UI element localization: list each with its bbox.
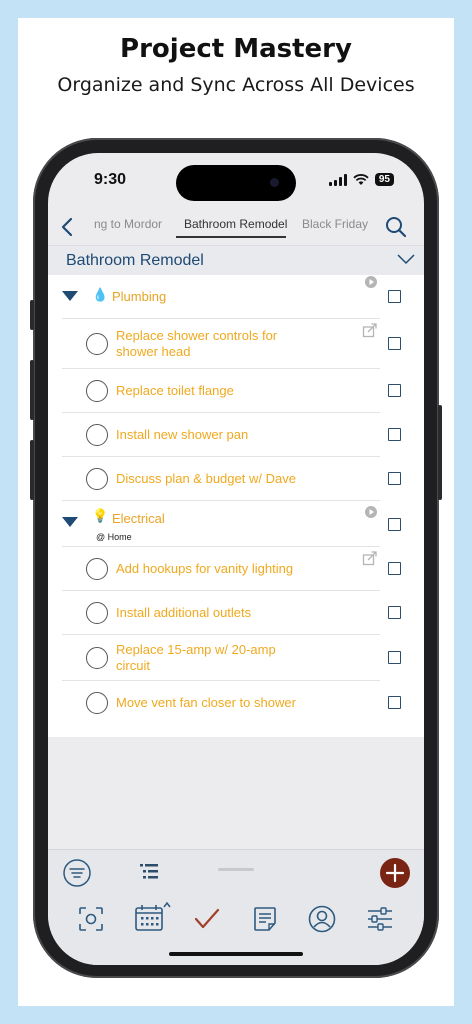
task-status-circle[interactable]: [86, 692, 108, 714]
phone-screen: 9:30 95 ng to Mordor Bathroom Remodel Bl…: [48, 153, 424, 965]
task-row[interactable]: Replace 15-amp w/ 20-amp circuit: [48, 635, 424, 681]
task-checkbox[interactable]: [388, 472, 401, 485]
lightbulb-icon: 💡: [92, 509, 109, 524]
wifi-icon: [353, 173, 369, 185]
task-checkbox[interactable]: [388, 562, 401, 575]
task-row[interactable]: Discuss plan & budget w/ Dave: [48, 457, 424, 501]
task-checkbox[interactable]: [388, 696, 401, 709]
status-icons: 95: [328, 173, 394, 186]
context-tag: @ Home: [96, 532, 132, 542]
task-label: Move vent fan closer to shower: [116, 695, 296, 710]
task-checkbox[interactable]: [388, 651, 401, 664]
tab-black-friday[interactable]: Black Friday: [302, 217, 368, 231]
volume-up-button: [30, 360, 34, 420]
task-checkbox[interactable]: [388, 290, 401, 303]
search-button[interactable]: [382, 213, 410, 241]
play-circle-icon[interactable]: [364, 275, 378, 289]
bottom-toolbar: [48, 849, 424, 965]
task-status-circle[interactable]: [86, 468, 108, 490]
disclosure-triangle-icon[interactable]: [62, 517, 78, 529]
task-label: Replace 15-amp w/ 20-amp circuit: [116, 642, 276, 673]
task-label: Discuss plan & budget w/ Dave: [116, 471, 296, 486]
focus-icon[interactable]: [78, 906, 104, 932]
task-label: Install additional outlets: [116, 605, 252, 620]
droplet-icon: 💧: [92, 288, 109, 303]
task-row[interactable]: Replace toilet flange: [48, 369, 424, 413]
battery-indicator: 95: [374, 173, 394, 186]
drag-handle[interactable]: [218, 868, 254, 871]
task-status-circle[interactable]: [86, 602, 108, 624]
add-icon[interactable]: [380, 858, 410, 888]
share-icon[interactable]: [362, 550, 378, 566]
group-label: Electrical: [112, 511, 165, 526]
task-row[interactable]: Replace shower controls for shower head: [48, 319, 424, 369]
task-label: Add hookups for vanity lighting: [116, 561, 294, 576]
notes-icon[interactable]: [253, 906, 277, 932]
task-row[interactable]: Install new shower pan: [48, 413, 424, 457]
task-status-circle[interactable]: [86, 424, 108, 446]
chevron-down-icon[interactable]: [396, 252, 416, 266]
project-title: Bathroom Remodel: [66, 252, 204, 269]
group-row-plumbing[interactable]: 💧 Plumbing: [48, 275, 424, 319]
task-checkbox[interactable]: [388, 337, 401, 350]
promo-subtitle: Organize and Sync Across All Devices: [57, 74, 415, 96]
promo-title: Project Mastery: [120, 34, 352, 64]
dynamic-island: [176, 165, 296, 201]
disclosure-triangle-icon[interactable]: [62, 291, 78, 303]
group-row-electrical[interactable]: 💡 Electrical @ Home: [48, 501, 424, 547]
action-button: [30, 300, 34, 330]
task-status-circle[interactable]: [86, 558, 108, 580]
project-tab-bar: ng to Mordor Bathroom Remodel Black Frid…: [48, 209, 424, 245]
task-status-circle[interactable]: [86, 380, 108, 402]
chevron-left-icon: [61, 217, 73, 237]
task-label: Install new shower pan: [116, 427, 249, 442]
project-header[interactable]: Bathroom Remodel: [48, 245, 424, 275]
task-checkbox[interactable]: [388, 428, 401, 441]
calendar-icon[interactable]: [134, 900, 172, 932]
tab-journey-to-mordor[interactable]: ng to Mordor: [94, 217, 162, 231]
task-checkbox[interactable]: [388, 384, 401, 397]
task-label: Replace toilet flange: [116, 383, 234, 398]
home-indicator: [169, 952, 303, 956]
task-checkbox[interactable]: [388, 518, 401, 531]
volume-down-button: [30, 440, 34, 500]
checkmark-icon[interactable]: [194, 908, 220, 930]
group-label: Plumbing: [112, 289, 167, 304]
task-label: Replace shower controls for shower head: [116, 328, 278, 359]
share-icon[interactable]: [362, 322, 378, 338]
tab-bathroom-remodel[interactable]: Bathroom Remodel: [184, 217, 287, 231]
search-icon: [386, 217, 407, 238]
back-button[interactable]: [54, 213, 80, 241]
task-checkbox[interactable]: [388, 606, 401, 619]
task-row[interactable]: Move vent fan closer to shower: [48, 681, 424, 725]
power-button: [438, 405, 442, 500]
task-list: 💧 Plumbing Replace shower controls for s…: [48, 275, 424, 737]
play-circle-icon[interactable]: [364, 505, 378, 519]
filter-icon[interactable]: [62, 858, 92, 888]
task-status-circle[interactable]: [86, 647, 108, 669]
task-row[interactable]: Install additional outlets: [48, 591, 424, 635]
task-status-circle[interactable]: [86, 333, 108, 355]
signal-icon: [328, 173, 347, 186]
status-time: 9:30: [94, 171, 127, 188]
task-row[interactable]: Add hookups for vanity lighting: [48, 547, 424, 591]
contacts-icon[interactable]: [308, 905, 336, 933]
active-tab-indicator: [176, 236, 286, 238]
outline-list-icon[interactable]: [140, 863, 160, 881]
settings-sliders-icon[interactable]: [366, 905, 394, 933]
